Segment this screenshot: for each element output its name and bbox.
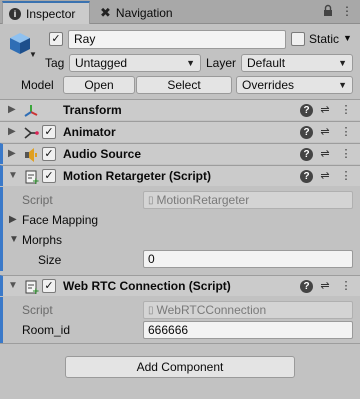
help-icon[interactable]: ? <box>300 126 313 139</box>
script-icon: + <box>23 169 40 187</box>
transform-icon <box>23 103 39 119</box>
overrides-dropdown[interactable]: Overrides ▼ <box>236 76 353 94</box>
component-header-web-rtc-connection[interactable]: ▼ + ✓ Web RTC Connection (Script) ? ⇌ ⋮ <box>0 275 360 297</box>
select-button[interactable]: Select <box>136 76 232 94</box>
help-icon[interactable]: ? <box>300 280 313 293</box>
more-options-icon[interactable]: ⋮ <box>340 4 354 18</box>
static-label: Static <box>309 32 340 46</box>
info-icon: i <box>9 7 21 20</box>
animator-icon <box>23 125 39 141</box>
lock-icon[interactable] <box>321 4 335 18</box>
component-title: Animator <box>63 125 116 139</box>
divider <box>0 343 360 344</box>
overrides-label: Overrides <box>242 78 295 92</box>
script-value: MotionRetargeter <box>156 193 250 207</box>
icon-dropdown-arrow-icon[interactable]: ▼ <box>29 50 37 59</box>
chevron-down-icon: ▼ <box>338 80 347 90</box>
size-field[interactable]: 0 <box>143 250 353 268</box>
face-mapping-label[interactable]: Face Mapping <box>22 213 98 227</box>
component-title: Audio Source <box>63 147 142 161</box>
chevron-down-icon: ▼ <box>186 58 195 68</box>
room-id-field[interactable]: 666666 <box>143 321 353 339</box>
morphs-label[interactable]: Morphs <box>22 233 62 247</box>
foldout-expanded-icon[interactable]: ▼ <box>8 170 18 181</box>
layer-value: Default <box>247 56 286 70</box>
script-value: WebRTCConnection <box>156 303 267 317</box>
script-field[interactable]: ▯ WebRTCConnection <box>143 301 353 319</box>
help-icon[interactable]: ? <box>300 170 313 183</box>
script-file-icon: ▯ <box>148 194 154 206</box>
open-button[interactable]: Open <box>63 76 135 94</box>
component-title: Transform <box>63 103 122 117</box>
chevron-down-icon: ▼ <box>338 58 347 68</box>
component-enabled-checkbox[interactable]: ✓ <box>42 147 56 161</box>
add-component-button[interactable]: Add Component <box>65 356 295 378</box>
script-field[interactable]: ▯ MotionRetargeter <box>143 191 353 209</box>
preset-icon[interactable]: ⇌ <box>318 147 332 161</box>
preset-icon[interactable]: ⇌ <box>318 169 332 183</box>
room-id-label: Room_id <box>22 323 71 337</box>
foldout-collapsed-icon[interactable]: ▶ <box>9 214 17 225</box>
component-enabled-checkbox[interactable]: ✓ <box>42 169 56 183</box>
help-icon[interactable]: ? <box>300 104 313 117</box>
foldout-collapsed-icon[interactable]: ▶ <box>8 126 16 137</box>
script-label: Script <box>22 193 53 207</box>
tab-inspector[interactable]: i Inspector <box>2 1 90 24</box>
foldout-expanded-icon[interactable]: ▼ <box>8 280 18 291</box>
audio-source-icon <box>23 147 39 163</box>
component-enabled-checkbox[interactable]: ✓ <box>42 279 56 293</box>
component-header-transform[interactable]: ▶ Transform ? ⇌ ⋮ <box>0 99 360 120</box>
script-file-icon: ▯ <box>148 304 154 316</box>
help-icon[interactable]: ? <box>300 148 313 161</box>
tag-value: Untagged <box>75 56 128 70</box>
svg-text:+: + <box>32 177 39 185</box>
foldout-collapsed-icon[interactable]: ▶ <box>8 104 16 115</box>
tab-navigation-label: Navigation <box>115 5 173 20</box>
component-header-motion-retargeter[interactable]: ▼ + ✓ Motion Retargeter (Script) ? ⇌ ⋮ <box>0 165 360 187</box>
context-menu-icon[interactable]: ⋮ <box>339 279 353 293</box>
context-menu-icon[interactable]: ⋮ <box>339 169 353 183</box>
layer-dropdown[interactable]: Default ▼ <box>241 54 353 72</box>
context-menu-icon[interactable]: ⋮ <box>339 103 353 117</box>
script-icon: + <box>23 279 40 297</box>
model-label: Model <box>21 78 54 92</box>
script-label: Script <box>22 303 53 317</box>
foldout-collapsed-icon[interactable]: ▶ <box>8 148 16 159</box>
context-menu-icon[interactable]: ⋮ <box>339 147 353 161</box>
layer-label: Layer <box>206 56 237 70</box>
tab-inspector-label: Inspector <box>26 6 76 21</box>
web-rtc-body: Script ▯ WebRTCConnection Room_id 666666 <box>0 297 360 343</box>
navigation-icon: ✖ <box>100 4 111 20</box>
foldout-expanded-icon[interactable]: ▼ <box>9 234 19 245</box>
component-enabled-checkbox[interactable]: ✓ <box>42 125 56 139</box>
tab-navigation[interactable]: ✖ Navigation <box>94 1 204 24</box>
preset-icon[interactable]: ⇌ <box>318 279 332 293</box>
preset-icon[interactable]: ⇌ <box>318 125 332 139</box>
tag-dropdown[interactable]: Untagged ▼ <box>69 54 201 72</box>
component-header-animator[interactable]: ▶ ✓ Animator ? ⇌ ⋮ <box>0 121 360 142</box>
context-menu-icon[interactable]: ⋮ <box>339 125 353 139</box>
component-title: Motion Retargeter (Script) <box>63 169 212 183</box>
motion-retargeter-body: Script ▯ MotionRetargeter ▶ Face Mapping… <box>0 187 360 271</box>
component-title: Web RTC Connection (Script) <box>63 279 231 293</box>
tag-label: Tag <box>45 56 65 70</box>
size-label: Size <box>38 253 62 267</box>
static-checkbox[interactable] <box>291 32 305 46</box>
active-checkbox[interactable]: ✓ <box>49 32 63 46</box>
static-dropdown-arrow-icon[interactable]: ▼ <box>343 33 352 43</box>
svg-text:+: + <box>32 287 39 295</box>
gameobject-name-field[interactable]: Ray <box>68 30 286 49</box>
component-header-audio-source[interactable]: ▶ ✓ Audio Source ? ⇌ ⋮ <box>0 143 360 164</box>
preset-icon[interactable]: ⇌ <box>318 103 332 117</box>
